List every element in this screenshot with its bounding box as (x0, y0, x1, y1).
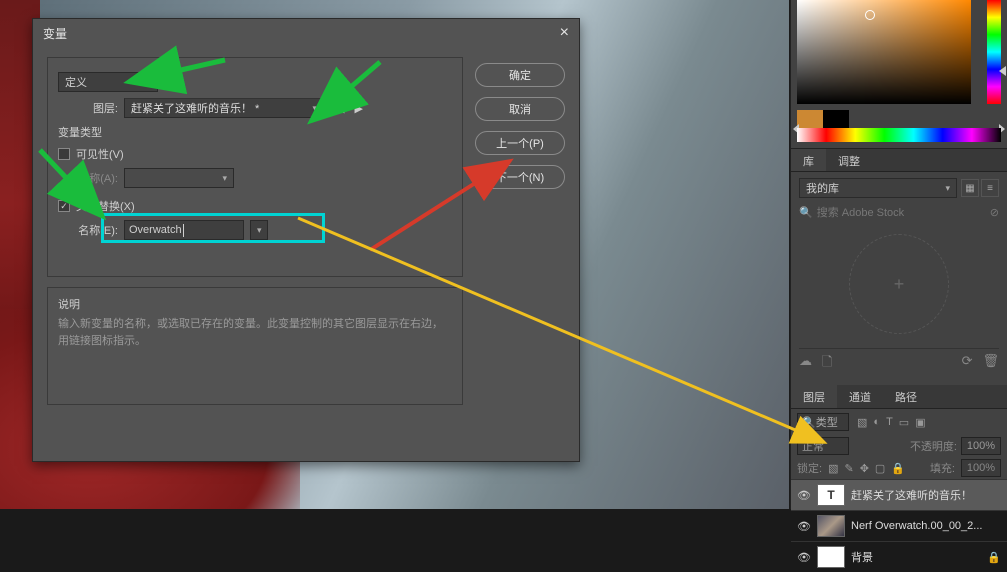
layer-name: 赶紧关了这难听的音乐！ (851, 487, 972, 503)
filter-kind-select[interactable]: 🔍类型 (797, 413, 849, 431)
fill-value[interactable]: 100% (961, 459, 1001, 477)
next-layer-arrow[interactable]: ▶ (354, 102, 362, 115)
library-dropzone[interactable]: + (849, 234, 949, 334)
prev-button[interactable]: 上一个(P) (475, 131, 565, 155)
layer-label: 图层: (58, 100, 118, 116)
type-layer-thumb: T (817, 484, 845, 506)
lock-paint-icon[interactable]: ✎ (844, 462, 853, 475)
trash-icon[interactable]: 🗑 (982, 353, 999, 375)
lock-label: 锁定: (797, 460, 822, 476)
tab-library[interactable]: 库 (791, 149, 826, 171)
chevron-down-icon: ▾ (146, 77, 151, 88)
desc-title: 说明 (58, 296, 452, 312)
layer-select[interactable]: 赶紧关了这难听的音乐！ * ▾ (124, 98, 324, 118)
filter-smart-icon[interactable]: ▣ (915, 416, 925, 429)
chevron-down-icon: ▾ (312, 103, 317, 114)
variable-type-title: 变量类型 (58, 124, 452, 140)
color-picker-panel (791, 0, 1007, 148)
definition-label: 定义 (65, 74, 87, 90)
text-replace-label: 文本替换(X) (76, 198, 135, 214)
tab-adjustments[interactable]: 调整 (826, 149, 872, 171)
tab-layers[interactable]: 图层 (791, 385, 837, 408)
tab-channels[interactable]: 通道 (837, 385, 883, 408)
definition-select[interactable]: 定义 ▾ (58, 72, 158, 92)
foreground-swatch[interactable] (797, 110, 823, 128)
visibility-checkbox[interactable] (58, 148, 70, 160)
filter-adjust-icon[interactable]: ◐ (873, 416, 880, 429)
clear-icon[interactable]: ⊘ (990, 206, 999, 219)
opacity-value[interactable]: 100% (961, 437, 1001, 455)
eye-icon[interactable]: 👁 (797, 551, 811, 564)
lock-all-icon[interactable]: 🔒 (891, 462, 905, 475)
chevron-down-icon: ▾ (222, 173, 227, 184)
layer-name: 背景 (851, 549, 873, 565)
fill-label: 填充: (930, 460, 955, 476)
filter-pixel-icon[interactable]: ▧ (857, 416, 867, 429)
nameA-label: 名称(A): (58, 170, 118, 186)
nameE-input[interactable]: Overwatch (124, 220, 244, 240)
color-cursor (865, 10, 875, 20)
grid-view-icon[interactable]: ▦ (961, 179, 979, 197)
lock-move-icon[interactable]: ✥ (860, 462, 869, 475)
lock-trans-icon[interactable]: ▧ (828, 462, 838, 475)
nameE-dropdown[interactable]: ▾ (250, 220, 268, 240)
text-replace-checkbox[interactable] (58, 200, 70, 212)
dialog-titlebar: 变量 × (33, 19, 579, 47)
library-name: 我的库 (806, 180, 839, 196)
layer-value: 赶紧关了这难听的音乐！ * (131, 100, 259, 116)
visibility-label: 可见性(V) (76, 146, 124, 162)
bg-layer-thumb (817, 546, 845, 568)
image-layer-thumb (817, 515, 845, 537)
chevron-down-icon: ▾ (257, 225, 262, 236)
sync-icon[interactable]: ⟳ (962, 353, 973, 375)
dialog-title-text: 变量 (43, 25, 67, 42)
desc-text: 输入新变量的名称，或选取已存在的变量。此变量控制的其它图层显示在右边，用链接图标… (58, 316, 452, 349)
variables-dialog: 变量 × 定义 ▾ 图层: 赶紧关了这难听的音乐！ * ▾ (32, 18, 580, 462)
nameE-label: 名称(E): (58, 222, 118, 238)
tab-paths[interactable]: 路径 (883, 385, 929, 408)
layer-name: Nerf Overwatch.00_00_2... (851, 520, 982, 532)
hue-slider-thumb[interactable] (999, 66, 1006, 76)
cloud-icon[interactable]: ☁ (799, 353, 812, 375)
eye-icon[interactable]: 👁 (797, 520, 811, 533)
search-placeholder[interactable]: 搜索 Adobe Stock (817, 204, 986, 220)
background-swatch[interactable] (823, 110, 849, 128)
search-icon[interactable]: 🔍 (799, 206, 813, 219)
lock-icon: 🔒 (987, 551, 1001, 564)
color-field[interactable] (797, 0, 971, 104)
layer-row-image[interactable]: 👁 Nerf Overwatch.00_00_2... (791, 510, 1007, 541)
ok-button[interactable]: 确定 (475, 63, 565, 87)
next-button[interactable]: 下一个(N) (475, 165, 565, 189)
nameE-value: Overwatch (129, 224, 182, 236)
layer-row-bg[interactable]: 👁 背景 🔒 (791, 541, 1007, 572)
list-view-icon[interactable]: ≡ (981, 179, 999, 197)
filter-type-icon[interactable]: T (886, 416, 893, 429)
cancel-button[interactable]: 取消 (475, 97, 565, 121)
eye-icon[interactable]: 👁 (797, 489, 811, 502)
layer-row-text[interactable]: 👁 T 赶紧关了这难听的音乐！ (791, 479, 1007, 510)
blend-mode-select[interactable]: 正常 (797, 437, 849, 455)
chevron-down-icon: ▾ (945, 183, 950, 194)
right-panels: 库 调整 我的库 ▾ ▦ ≡ 🔍 搜索 Adobe Stock ⊘ + ☁ 🗋 … (790, 0, 1007, 509)
prev-layer-arrow[interactable]: ◀ (336, 102, 344, 115)
filter-shape-icon[interactable]: ▭ (899, 416, 909, 429)
lock-artboard-icon[interactable]: ▢ (875, 462, 885, 475)
opacity-label: 不透明度: (910, 438, 957, 454)
add-icon[interactable]: 🗋 (822, 353, 832, 375)
hue-slider[interactable] (987, 0, 1001, 104)
close-icon[interactable]: × (560, 24, 569, 42)
spectrum-strip[interactable] (797, 128, 1001, 142)
nameA-select: ▾ (124, 168, 234, 188)
library-select[interactable]: 我的库 ▾ (799, 178, 957, 198)
